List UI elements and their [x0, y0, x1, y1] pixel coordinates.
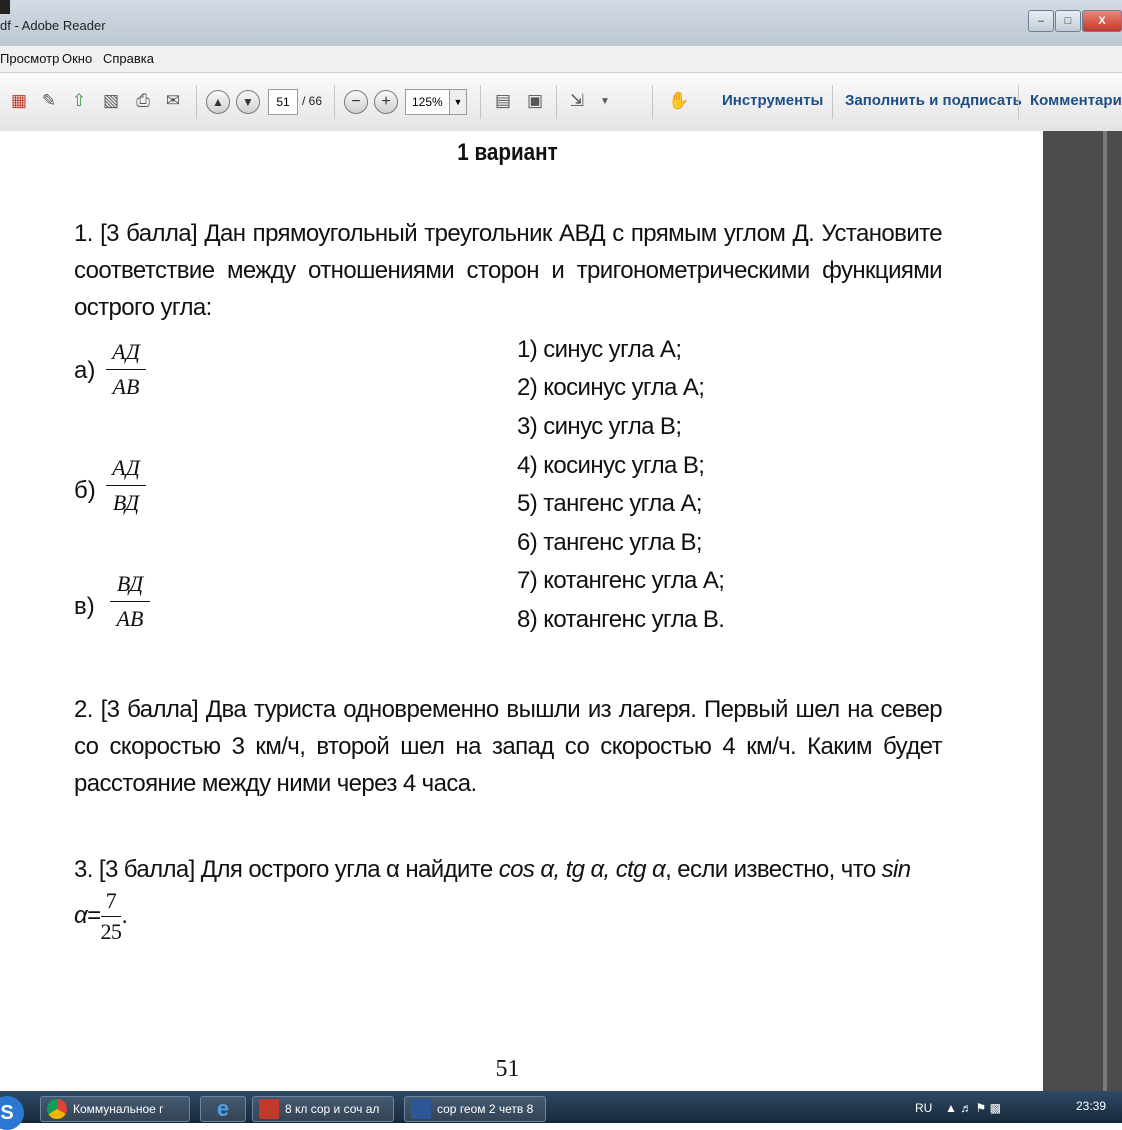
option-1: 1) синус угла А;: [517, 336, 682, 363]
close-button[interactable]: X: [1082, 10, 1122, 32]
hand-tool-icon[interactable]: ✋: [668, 89, 690, 113]
zoom-in-icon[interactable]: +: [374, 90, 398, 114]
word-icon: [411, 1099, 431, 1119]
taskbar-item-label: 8 кл сор и соч ал: [285, 1102, 380, 1116]
option-7: 7) котангенс угла А;: [517, 567, 725, 594]
minimize-button[interactable]: –: [1028, 10, 1054, 32]
option-3: 3) синус угла В;: [517, 413, 682, 440]
fraction-bar: [100, 916, 122, 917]
fraction-numerator: АД: [112, 339, 140, 364]
task-3-middle: , если известно, что: [665, 856, 882, 883]
chrome-icon: [47, 1099, 67, 1119]
zoom-out-icon[interactable]: −: [344, 90, 368, 114]
next-page-icon[interactable]: ▼: [236, 90, 260, 114]
fraction-a: АД АВ: [106, 337, 146, 402]
task-3-equals: =: [87, 901, 101, 929]
page-total: / 66: [302, 94, 323, 108]
fraction-denominator: АВ: [116, 606, 144, 631]
fraction-denominator: АВ: [112, 374, 140, 399]
option-5: 5) тангенс угла А;: [517, 490, 703, 517]
scrollbar[interactable]: [1103, 131, 1107, 1091]
print-icon[interactable]: ⎙: [132, 89, 154, 113]
email-icon[interactable]: ✉: [162, 89, 184, 113]
taskbar-item-label: сор геом 2 четв 8: [437, 1102, 534, 1116]
window-title: df - Adobe Reader: [0, 18, 106, 33]
clock[interactable]: 23:39: [1076, 1099, 1106, 1113]
menu-help[interactable]: Справка: [103, 51, 154, 66]
fraction-c: ВД АВ: [110, 569, 150, 634]
taskbar-item-pdf[interactable]: 8 кл сор и соч ал: [252, 1096, 394, 1122]
toolbar-separator: [334, 85, 335, 119]
page-number: 51: [495, 1056, 520, 1082]
page-number-input[interactable]: 51: [268, 89, 298, 115]
task-3-functions: cos α, tg α, ctg α: [498, 856, 666, 883]
item-c-label: в): [74, 593, 95, 620]
option-6: 6) тангенс угла В;: [517, 529, 703, 556]
toolbar-separator: [196, 85, 197, 119]
pdf-icon: [259, 1099, 279, 1119]
language-indicator[interactable]: RU: [915, 1101, 932, 1115]
previous-page-icon[interactable]: ▲: [206, 90, 230, 114]
fit-page-icon[interactable]: ▤: [492, 89, 514, 113]
maximize-button[interactable]: □: [1055, 10, 1081, 32]
fraction-bar: [110, 601, 150, 602]
toolbar: ▦ ✎ ⇧ ▧ ⎙ ✉ ▲ ▼ 51 / 66 − + 125% ▼ ▤ ▣ ⇲…: [0, 73, 1122, 132]
item-b-label: б): [74, 477, 96, 504]
document-page: 1 вариант 1. [3 балла] Дан прямоугольный…: [0, 131, 1043, 1091]
option-4: 4) косинус угла В;: [517, 452, 705, 479]
fraction-numerator: ВД: [116, 571, 144, 596]
item-a-label: а): [74, 357, 96, 384]
task-3-text: 3. [3 балла] Для острого угла α найдите …: [74, 851, 942, 945]
save-icon[interactable]: ▧: [100, 89, 122, 113]
fullscreen-icon[interactable]: ⇲: [566, 89, 588, 113]
fraction-numerator: АД: [112, 455, 140, 480]
zoom-select[interactable]: 125% ▼: [405, 89, 467, 115]
option-2: 2) косинус угла А;: [517, 374, 705, 401]
taskbar: Коммунальное г e 8 кл сор и соч ал сор г…: [0, 1091, 1122, 1123]
side-panel: [1043, 131, 1122, 1091]
variant-heading: 1 вариант: [457, 139, 558, 166]
fraction-denominator: 25: [100, 919, 122, 944]
task-1-text: 1. [3 балла] Дан прямоугольный треугольн…: [74, 220, 943, 321]
window-controls: – □ X: [1027, 10, 1122, 34]
toolbar-separator: [480, 85, 481, 119]
menu-window[interactable]: Окно: [62, 51, 92, 66]
option-8: 8) котангенс угла В.: [517, 606, 725, 633]
fraction-bar: [106, 485, 146, 486]
task-3-prefix: 3. [3 балла] Для острого угла α найдите: [74, 856, 499, 883]
comments-button[interactable]: Комментари: [1030, 92, 1122, 109]
task-3-suffix: .: [121, 901, 128, 929]
menu-bar: Просмотр Окно Справка: [0, 46, 1122, 73]
toolbar-separator: [652, 85, 653, 119]
edit-icon[interactable]: ✎: [38, 89, 60, 113]
fraction-bar: [106, 369, 146, 370]
toolbar-separator: [1018, 85, 1019, 119]
taskbar-item-chrome[interactable]: Коммунальное г: [40, 1096, 190, 1122]
toolbar-separator: [556, 85, 557, 119]
more-options-icon[interactable]: ▼: [594, 89, 616, 113]
fill-sign-button[interactable]: Заполнить и подписать: [845, 92, 1022, 109]
chevron-down-icon[interactable]: ▼: [449, 90, 466, 114]
window-title-bar: df - Adobe Reader – □ X: [0, 0, 1122, 47]
create-pdf-icon[interactable]: ▦: [8, 89, 30, 113]
task-2-text: 2. [3 балла] Два туриста одновременно вы…: [74, 696, 943, 797]
taskbar-item-word[interactable]: сор геом 2 четв 8: [404, 1096, 546, 1122]
fit-width-icon[interactable]: ▣: [524, 89, 546, 113]
toolbar-separator: [832, 85, 833, 119]
fraction-denominator: ВД: [112, 490, 140, 515]
tray-icons[interactable]: ▲ ♬ ⚑ ▩: [945, 1101, 1001, 1115]
zoom-value: 125%: [412, 95, 443, 109]
app-icon: [0, 0, 10, 14]
taskbar-item-ie[interactable]: e: [200, 1096, 246, 1122]
upload-icon[interactable]: ⇧: [68, 89, 90, 113]
menu-view[interactable]: Просмотр: [0, 51, 59, 66]
fraction-7-25: 7 25: [100, 888, 122, 945]
fraction-b: АД ВД: [106, 453, 146, 518]
internet-explorer-icon: e: [216, 1096, 230, 1121]
tools-button[interactable]: Инструменты: [722, 92, 823, 109]
fraction-numerator: 7: [105, 888, 117, 913]
taskbar-item-label: Коммунальное г: [73, 1102, 164, 1116]
